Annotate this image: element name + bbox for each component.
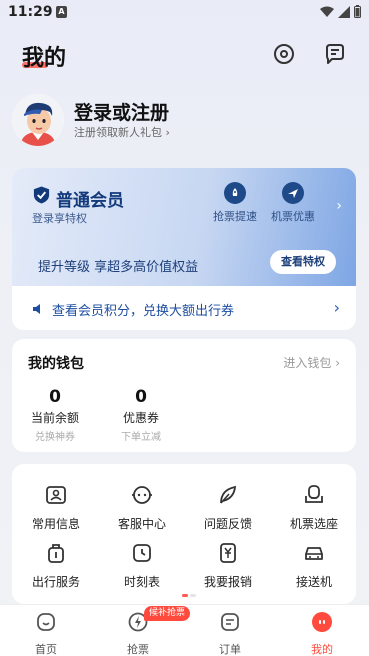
member-banner[interactable]: 普通会员 登录享特权 抢票提速 机票优惠 › 提升等级 享超多高价值权益 查看特… [12,168,356,286]
notification-icon: A [56,6,67,18]
service-reimbursement[interactable]: 我要报销 [188,542,268,590]
page-dot-active [182,594,188,597]
feather-icon [220,485,237,504]
order-icon [221,613,239,631]
car-icon [305,547,323,560]
signal-icon [338,5,350,18]
luggage-icon [48,544,64,563]
avatar-illustration [12,94,64,146]
invoice-icon [220,543,236,563]
rocket-icon [224,182,246,204]
enter-wallet-link[interactable]: 进入钱包 › [283,354,340,371]
support-icon [132,486,152,504]
tab-orders[interactable]: 订单 [200,611,260,656]
perk-flight-discount[interactable]: 机票优惠 [268,182,318,224]
points-text[interactable]: 查看会员积分，兑换大额出行券 [52,300,234,319]
wallet-balance[interactable]: 0 当前余额 兑换神券 [15,387,95,443]
battery-icon [354,5,361,18]
service-feedback[interactable]: 问题反馈 [188,484,268,532]
id-card-icon [46,486,66,504]
wallet-title: 我的钱包 [28,356,84,372]
tab-profile[interactable]: 我的 [292,611,352,656]
message-icon[interactable] [323,42,347,66]
chevron-right-icon: › [333,298,340,317]
page-title: 我的 [22,46,67,71]
member-level: 普通会员 [56,191,124,211]
services-grid: 常用信息 客服中心 问题反馈 机票选座 出行服务 时刻表 我要报销 接送机 [12,464,356,604]
new-user-gift-link[interactable]: 注册领取新人礼包 › [74,124,170,140]
perk-ticket-speedup[interactable]: 抢票提速 [210,182,260,224]
profile-icon [312,612,332,632]
login-register-title[interactable]: 登录或注册 [74,98,169,125]
waitlist-badge: 候补抢票 [144,606,191,621]
plane-icon [282,182,304,204]
chevron-right-icon: › [336,198,342,214]
page-indicator [182,594,196,597]
service-common-info[interactable]: 常用信息 [16,484,96,532]
speaker-icon [33,304,40,314]
service-travel[interactable]: 出行服务 [16,542,96,590]
member-subtitle: 登录享特权 [32,212,87,225]
home-icon [37,613,55,631]
scan-icon[interactable] [272,42,296,66]
service-seat-selection[interactable]: 机票选座 [274,484,354,532]
status-time: 11:29 [8,4,53,20]
status-bar: 11:29 A [0,0,369,26]
upgrade-text: 提升等级 享超多高价值权益 [38,260,199,275]
service-airport-transfer[interactable]: 接送机 [274,542,354,590]
view-privileges-button[interactable]: 查看特权 [270,250,336,274]
clock-icon [133,544,151,562]
service-customer-support[interactable]: 客服中心 [102,484,182,532]
tab-home[interactable]: 首页 [16,611,76,656]
avatar[interactable] [12,94,64,146]
wifi-icon [320,6,334,17]
wallet-card: 我的钱包 进入钱包 › 0 当前余额 兑换神券 0 优惠券 下单立减 [12,339,356,452]
shield-icon [33,186,50,204]
member-card[interactable]: 普通会员 登录享特权 抢票提速 机票优惠 › 提升等级 享超多高价值权益 查看特… [12,168,356,330]
status-indicators [320,5,361,18]
wallet-coupons[interactable]: 0 优惠券 下单立减 [101,387,181,443]
seat-icon [305,485,323,503]
page-dot [190,594,196,597]
service-timetable[interactable]: 时刻表 [102,542,182,590]
